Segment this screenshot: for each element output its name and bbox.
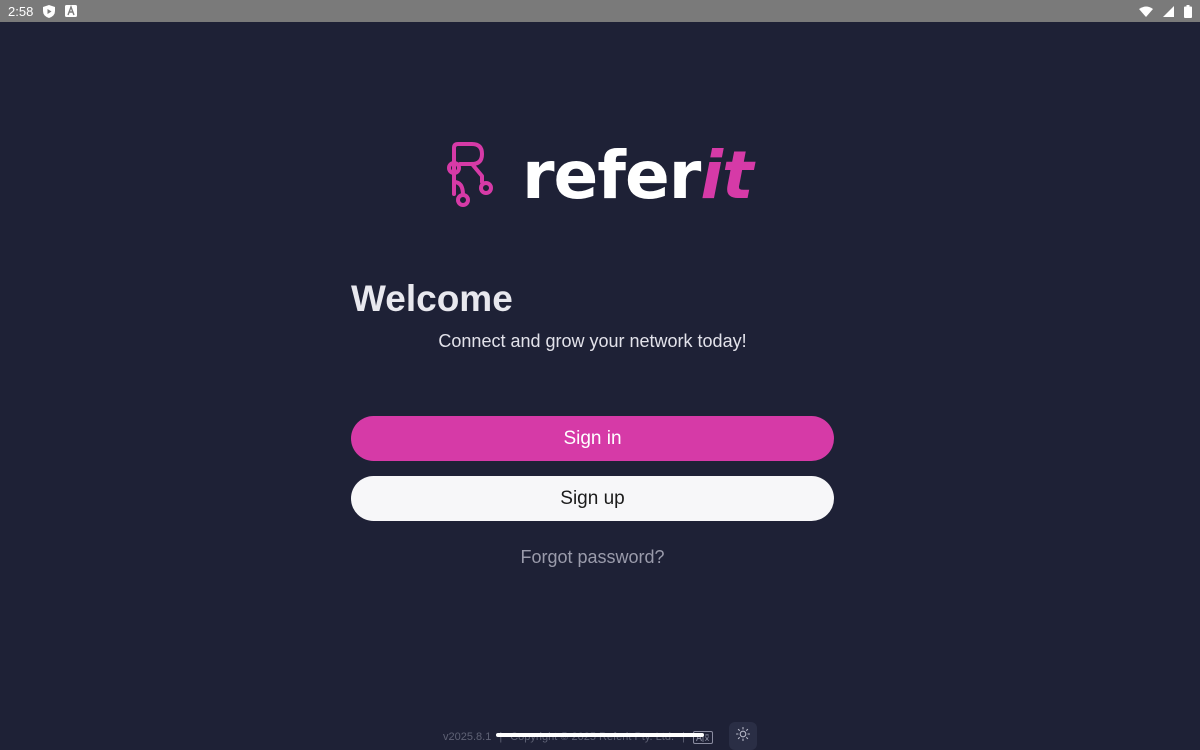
forgot-password-link[interactable]: Forgot password? [351, 547, 834, 568]
logo-wordmark: referit [522, 143, 754, 209]
status-time: 2:58 [8, 3, 34, 19]
sun-icon [735, 726, 751, 746]
a-letter-icon [65, 5, 78, 17]
sign-in-button[interactable]: Sign in [351, 416, 834, 461]
shield-play-icon [43, 4, 56, 18]
app-logo: referit [446, 138, 754, 215]
status-bar: 2:58 [0, 0, 1200, 22]
theme-toggle-button[interactable] [729, 722, 757, 750]
logo-text-main: refer [522, 137, 701, 214]
page-title: Welcome [351, 278, 513, 319]
version-label: v2025.8.1 [443, 731, 492, 743]
footer: v2025.8.1 | Copyright © 2025 Referit Pty… [443, 728, 713, 746]
gesture-nav-bar[interactable] [496, 733, 704, 737]
referit-logo-icon [446, 138, 496, 215]
logo-text-accent: it [700, 137, 753, 214]
battery-icon [1184, 4, 1192, 18]
signal-icon [1163, 5, 1174, 17]
wifi-icon [1139, 6, 1153, 17]
sign-up-button[interactable]: Sign up [351, 476, 834, 521]
tagline: Connect and grow your network today! [438, 331, 747, 351]
